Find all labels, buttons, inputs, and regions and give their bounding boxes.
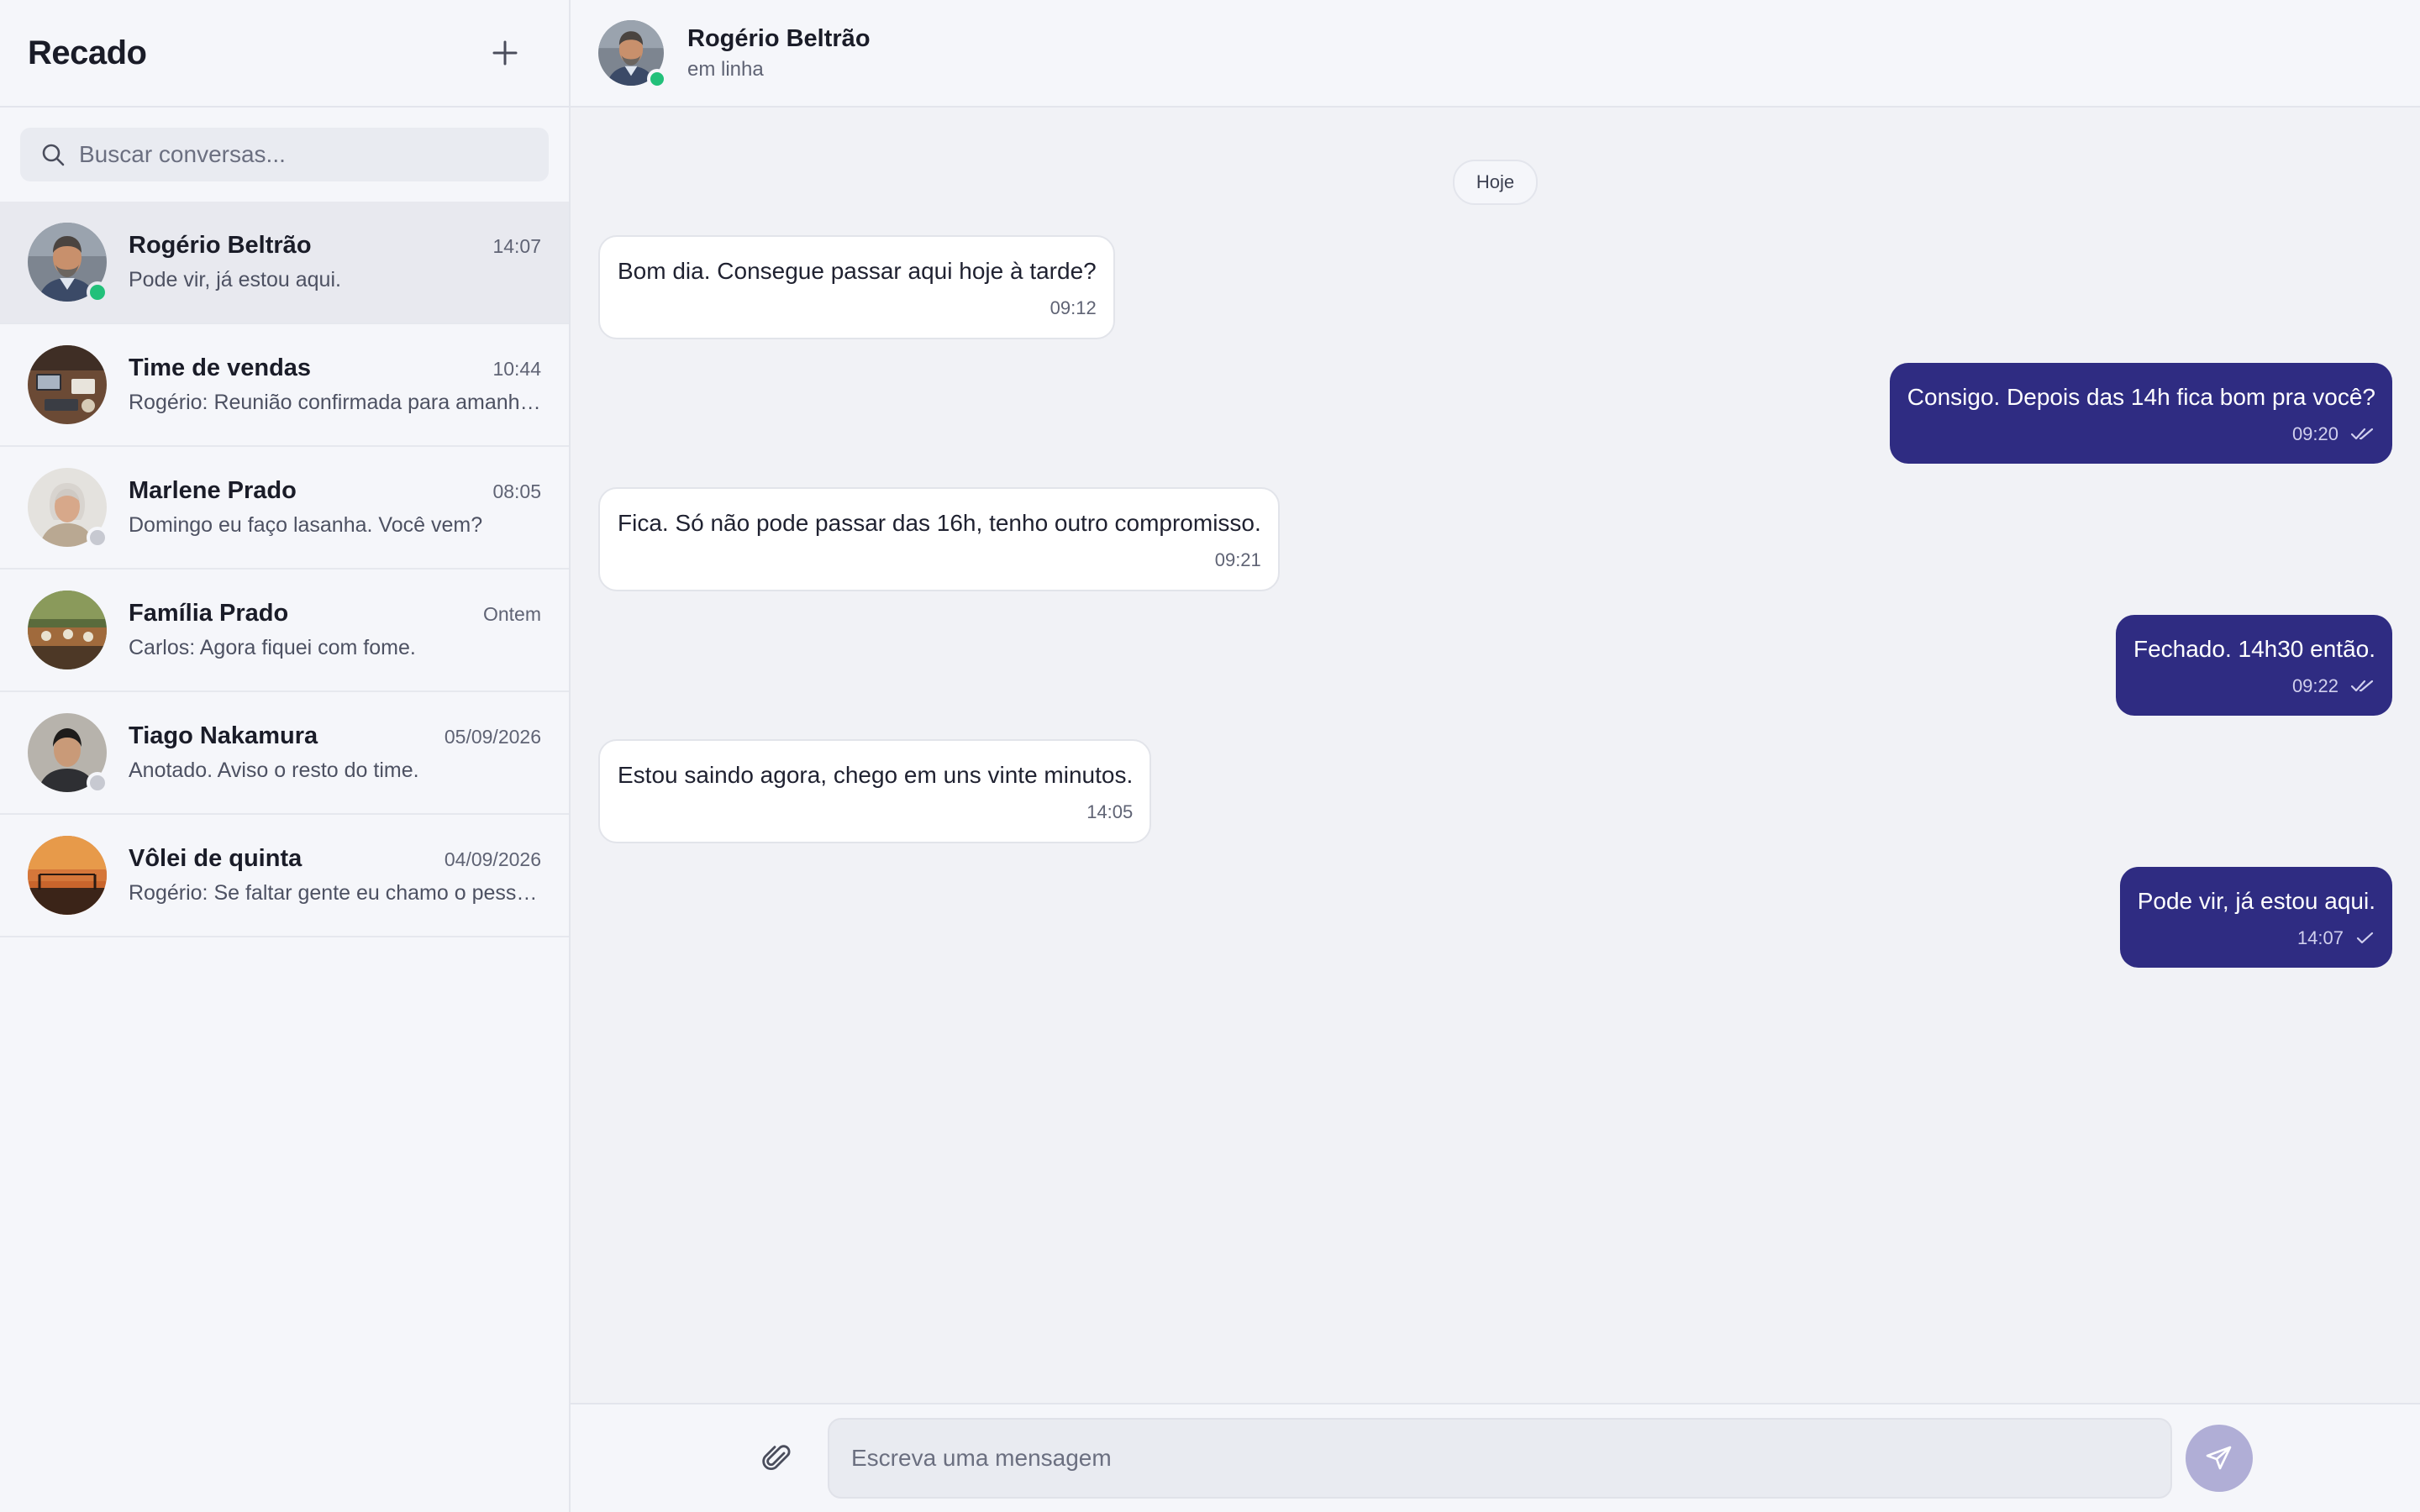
message-composer — [571, 1403, 2420, 1512]
conversation-name: Rogério Beltrão — [129, 232, 312, 259]
message-time: 09:22 — [2291, 675, 2338, 696]
message-text: Consigo. Depois das 14h fica bom pra voc… — [1907, 383, 2375, 410]
conversation-preview: Pode vir, já estou aqui. — [129, 268, 341, 291]
contact-info: Rogério Beltrão em linha — [687, 25, 871, 81]
message-time: 14:07 — [2296, 927, 2344, 948]
conversation-preview: Carlos: Agora fiquei com fome. — [129, 636, 416, 659]
contact-avatar-button[interactable] — [598, 20, 667, 89]
conversation-time: Ontem — [482, 603, 541, 625]
message-input[interactable] — [828, 1418, 2172, 1499]
app-title: Recado — [28, 34, 147, 71]
presence-online-indicator — [647, 69, 667, 89]
conversation-preview: Rogério: Se faltar gente eu chamo o pess… — [129, 881, 541, 905]
chat-header: Rogério Beltrão em linha — [571, 0, 2420, 108]
sidebar-header: Recado — [0, 0, 569, 108]
conversation-list: Rogério Beltrão 14:07 Pode vir, já estou… — [0, 202, 569, 1512]
message-time: 09:12 — [1050, 297, 1097, 318]
conversation-item-volei-de-quinta[interactable]: Vôlei de quinta 04/09/2026 Rogério: Se f… — [0, 815, 569, 937]
incoming-message-bubble: Fica. Só não pode passar das 16h, tenho … — [598, 486, 1280, 591]
message-list: Hoje Bom dia. Consegue passar aqui hoje … — [571, 108, 2420, 1403]
conversation-item-tiago-nakamura[interactable]: Tiago Nakamura 05/09/2026 Anotado. Aviso… — [0, 692, 569, 815]
contact-status: em linha — [687, 57, 764, 81]
presence-offline-indicator — [87, 527, 108, 549]
contact-name: Rogério Beltrão — [687, 24, 871, 52]
conversation-item-familia-prado[interactable]: Família Prado Ontem Carlos: Agora fiquei… — [0, 570, 569, 692]
send-button[interactable] — [2186, 1425, 2253, 1492]
search-container — [0, 108, 569, 202]
restaurant-table-avatar — [28, 591, 107, 669]
search-input[interactable] — [79, 141, 532, 168]
paperclip-icon — [762, 1445, 791, 1470]
conversation-preview: Rogério: Reunião confirmada para amanhã … — [129, 391, 541, 414]
single-check-icon — [2356, 932, 2374, 943]
conversation-name: Vôlei de quinta — [129, 845, 302, 872]
incoming-message-bubble: Bom dia. Consegue passar aqui hoje à tar… — [598, 235, 1115, 339]
outgoing-message-bubble: Consigo. Depois das 14h fica bom pra voc… — [1889, 362, 2392, 464]
presence-offline-indicator — [87, 772, 108, 794]
presence-online-indicator — [87, 281, 108, 303]
outgoing-message-bubble: Fechado. 14h30 então. 09:22 — [2115, 614, 2392, 716]
conversation-time: 08:05 — [492, 480, 541, 502]
sidebar: Recado Buscar conversas... Rogério Beltr… — [0, 0, 571, 1512]
double-check-icon — [2350, 428, 2374, 439]
conversation-name: Tiago Nakamura — [129, 722, 318, 749]
double-check-icon — [2350, 680, 2374, 691]
search-box — [20, 128, 549, 181]
conversation-name: Time de vendas — [129, 354, 312, 381]
message-time: 09:20 — [2291, 423, 2338, 444]
message-row: Fechado. 14h30 então. 09:22 — [598, 614, 2392, 716]
message-text: Estou saindo agora, chego em uns vinte m… — [618, 761, 1134, 788]
message-text: Pode vir, já estou aqui. — [2137, 887, 2375, 914]
message-time: 09:21 — [1214, 549, 1261, 570]
conversation-name: Família Prado — [129, 600, 289, 627]
message-row: Fica. Só não pode passar das 16h, tenho … — [598, 486, 2392, 591]
attach-button[interactable] — [754, 1435, 801, 1482]
office-desk-avatar — [28, 345, 107, 424]
sunset-court-avatar — [28, 836, 107, 915]
search-icon — [42, 144, 65, 166]
conversation-time: 10:44 — [492, 358, 541, 380]
conversation-item-time-de-vendas[interactable]: Time de vendas 10:44 Rogério: Reunião co… — [0, 324, 569, 447]
conversation-time: 05/09/2026 — [444, 726, 541, 748]
conversation-preview: Anotado. Aviso o resto do time. — [129, 759, 419, 782]
outgoing-message-bubble: Pode vir, já estou aqui. 14:07 — [2119, 866, 2392, 968]
message-row: Consigo. Depois das 14h fica bom pra voc… — [598, 362, 2392, 464]
send-icon — [2206, 1446, 2232, 1470]
message-text: Fechado. 14h30 então. — [2133, 635, 2375, 662]
conversation-preview: Domingo eu faço lasanha. Você vem? — [129, 513, 483, 537]
chat-pane: Rogério Beltrão em linha Hoje Bom dia. C… — [571, 0, 2420, 1512]
message-row: Estou saindo agora, chego em uns vinte m… — [598, 738, 2392, 843]
incoming-message-bubble: Estou saindo agora, chego em uns vinte m… — [598, 738, 1152, 843]
message-row: Bom dia. Consegue passar aqui hoje à tar… — [598, 235, 2392, 339]
plus-icon — [492, 40, 518, 66]
conversation-name: Marlene Prado — [129, 477, 297, 504]
day-separator: Hoje — [1452, 160, 1539, 205]
app-window: Recado Buscar conversas... Rogério Beltr… — [0, 0, 2420, 1512]
message-row: Pode vir, já estou aqui. 14:07 — [598, 866, 2392, 968]
new-conversation-button[interactable] — [481, 29, 529, 76]
conversation-item-rogerio-beltrao[interactable]: Rogério Beltrão 14:07 Pode vir, já estou… — [0, 202, 569, 324]
message-time: 14:05 — [1086, 801, 1134, 822]
message-text: Fica. Só não pode passar das 16h, tenho … — [618, 509, 1261, 536]
conversation-time: 04/09/2026 — [444, 848, 541, 870]
conversation-time: 14:07 — [492, 235, 541, 257]
conversation-item-marlene-prado[interactable]: Marlene Prado 08:05 Domingo eu faço lasa… — [0, 447, 569, 570]
message-text: Bom dia. Consegue passar aqui hoje à tar… — [618, 258, 1097, 284]
